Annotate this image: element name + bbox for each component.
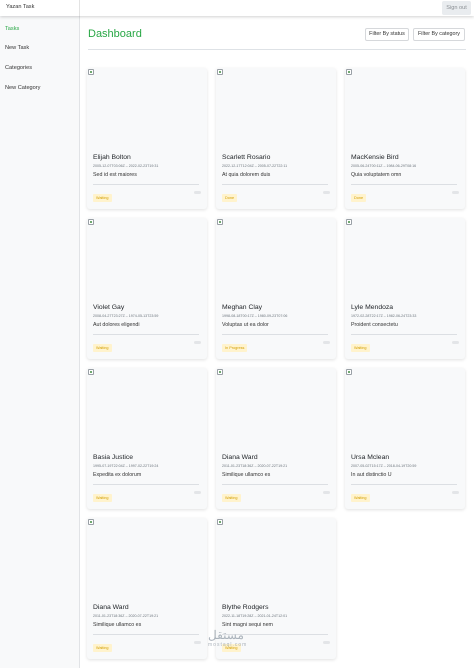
task-assignee-name: Scarlett Rosario <box>222 154 271 161</box>
task-dates: 2008-04-27T23:27Z – 1974-05-13T23:59 <box>93 314 159 318</box>
task-card[interactable]: Meghan Clay 1998-08-18T00:17Z – 1980-09-2… <box>216 218 336 359</box>
task-description: Proident consectetu <box>351 322 398 328</box>
task-description: Similique ullamco es <box>222 472 271 478</box>
task-card[interactable]: MacKensie Bird 2005-06-24T00:11Z – 1984-0… <box>345 68 465 209</box>
sidebar-item-tasks[interactable]: Tasks <box>5 26 19 32</box>
broken-image-icon <box>217 519 223 525</box>
card-menu-icon[interactable] <box>452 491 459 494</box>
broken-image-icon <box>88 219 94 225</box>
broken-image-icon <box>88 369 94 375</box>
task-card[interactable]: Diana Ward 2011-01-23T18:36Z – 2020-07-22… <box>216 368 336 509</box>
card-menu-icon[interactable] <box>323 641 330 644</box>
broken-image-icon <box>217 219 223 225</box>
watermark-logo: مستقل mostaql.com <box>208 628 248 648</box>
card-menu-icon[interactable] <box>452 341 459 344</box>
task-description: Sed id est maiores <box>93 172 137 178</box>
broken-image-icon <box>346 369 352 375</box>
card-divider <box>222 334 328 335</box>
task-card[interactable]: Scarlett Rosario 2022-12-17T12:04Z – 2005… <box>216 68 336 209</box>
status-badge: Waiting <box>93 344 112 352</box>
card-divider <box>93 334 199 335</box>
task-dates: 1972-02-28T22:17Z – 1982-06-24T23:33 <box>351 314 417 318</box>
task-card[interactable]: Diana Ward 2011-01-23T18:36Z – 2020-07-22… <box>87 518 207 659</box>
task-assignee-name: Meghan Clay <box>222 304 263 311</box>
status-badge: Waiting <box>351 494 370 502</box>
navbar-divider <box>79 0 80 16</box>
status-badge: Waiting <box>222 494 241 502</box>
broken-image-icon <box>217 69 223 75</box>
card-menu-icon[interactable] <box>194 491 201 494</box>
task-description: Expedita ex dolorum <box>93 472 142 478</box>
card-divider <box>93 184 199 185</box>
status-badge: Waiting <box>351 344 370 352</box>
task-description: Aut dolores eligendi <box>93 322 140 328</box>
sidebar-item-new-category[interactable]: New Category <box>5 85 40 91</box>
task-assignee-name: MacKensie Bird <box>351 154 399 161</box>
status-badge: Waiting <box>93 194 112 202</box>
task-dates: 2022-12-17T12:04Z – 2005-07-22T22:11 <box>222 164 288 168</box>
broken-image-icon <box>346 219 352 225</box>
task-dates: 2007-05-02T15:17Z – 2018-04-19T20:59 <box>351 464 417 468</box>
card-divider <box>93 484 199 485</box>
card-divider <box>93 634 199 635</box>
task-dates: 2011-01-23T18:36Z – 2020-07-22T19:21 <box>93 614 159 618</box>
card-menu-icon[interactable] <box>194 191 201 194</box>
task-assignee-name: Violet Gay <box>93 304 125 311</box>
task-assignee-name: Basia Justice <box>93 454 134 461</box>
broken-image-icon <box>88 69 94 75</box>
status-badge: Done <box>351 194 367 202</box>
filter-by-status-button[interactable]: Filter By status <box>365 28 409 41</box>
task-card[interactable]: Elijah Bolton 2005-12-07T03:06Z – 2022-02… <box>87 68 207 209</box>
card-divider <box>351 184 457 185</box>
broken-image-icon <box>346 69 352 75</box>
page-title: Dashboard <box>88 28 142 40</box>
task-dates: 1998-08-18T00:17Z – 1980-09-23T07:06 <box>222 314 288 318</box>
task-assignee-name: Lyle Mendoza <box>351 304 394 311</box>
card-menu-icon[interactable] <box>323 191 330 194</box>
task-description: At quia dolorem duis <box>222 172 271 178</box>
top-navbar: Yazan Task Sign out <box>0 0 474 16</box>
task-card[interactable]: Lyle Mendoza 1972-02-28T22:17Z – 1982-06-… <box>345 218 465 359</box>
status-badge: Done <box>222 194 238 202</box>
card-menu-icon[interactable] <box>452 191 459 194</box>
task-card[interactable]: Basia Justice 1995-07-19T22:04Z – 1997-02… <box>87 368 207 509</box>
task-assignee-name: Blythe Rodgers <box>222 604 269 611</box>
title-divider <box>88 49 466 50</box>
card-divider <box>351 334 457 335</box>
task-description: Voluptas ut ea dolor <box>222 322 269 328</box>
task-description: In aut distinctio U <box>351 472 392 478</box>
task-card[interactable]: Ursa Mclean 2007-05-02T15:17Z – 2018-04-1… <box>345 368 465 509</box>
task-description: Similique ullamco es <box>93 622 142 628</box>
sign-out-button[interactable]: Sign out <box>442 1 471 15</box>
task-assignee-name: Ursa Mclean <box>351 454 390 461</box>
card-menu-icon[interactable] <box>194 341 201 344</box>
task-dates: 2022-11-18T19:28Z – 2021-01-24T12:01 <box>222 614 288 618</box>
task-dates: 2005-12-07T03:06Z – 2022-02-23T19:31 <box>93 164 159 168</box>
task-description: Quia voluptatem omn <box>351 172 402 178</box>
card-divider <box>351 484 457 485</box>
status-badge: Waiting <box>93 644 112 652</box>
brand-name[interactable]: Yazan Task <box>6 4 34 10</box>
card-menu-icon[interactable] <box>323 491 330 494</box>
card-divider <box>222 184 328 185</box>
task-assignee-name: Elijah Bolton <box>93 154 131 161</box>
sidebar: Tasks New Task Categories New Category <box>0 16 80 668</box>
status-badge: In Progress <box>222 344 248 352</box>
task-dates: 2005-06-24T00:11Z – 1984-06-29T08:16 <box>351 164 417 168</box>
card-menu-icon[interactable] <box>323 341 330 344</box>
card-divider <box>222 484 328 485</box>
sidebar-item-categories[interactable]: Categories <box>5 65 32 71</box>
card-menu-icon[interactable] <box>194 641 201 644</box>
broken-image-icon <box>88 519 94 525</box>
filter-by-category-button[interactable]: Filter By category <box>413 28 465 41</box>
status-badge: Waiting <box>93 494 112 502</box>
task-assignee-name: Diana Ward <box>222 454 258 461</box>
task-dates: 1995-07-19T22:04Z – 1997-02-22T19:24 <box>93 464 159 468</box>
task-dates: 2011-01-23T18:36Z – 2020-07-22T19:21 <box>222 464 288 468</box>
task-assignee-name: Diana Ward <box>93 604 129 611</box>
task-card[interactable]: Violet Gay 2008-04-27T23:27Z – 1974-05-13… <box>87 218 207 359</box>
sidebar-item-new-task[interactable]: New Task <box>5 45 29 51</box>
broken-image-icon <box>217 369 223 375</box>
